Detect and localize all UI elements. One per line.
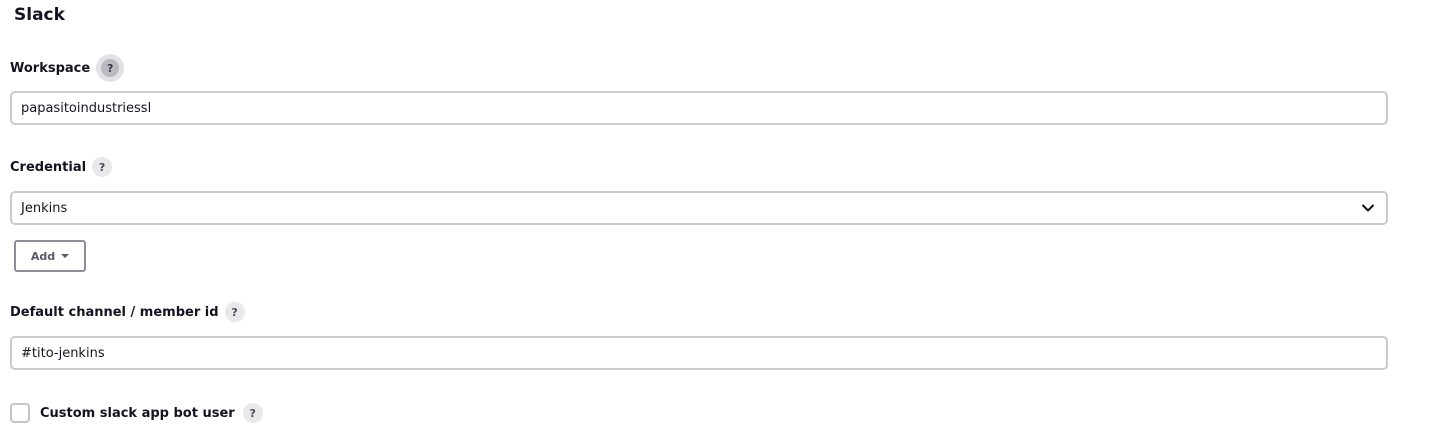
caret-down-icon	[61, 254, 70, 258]
default-channel-label: Default channel / member id	[10, 304, 219, 320]
custom-bot-help-icon[interactable]: ?	[242, 403, 263, 423]
workspace-help-icon[interactable]: ?	[96, 54, 125, 82]
default-channel-input[interactable]	[21, 345, 1377, 361]
default-channel-label-row: Default channel / member id ?	[10, 299, 245, 325]
workspace-input[interactable]	[21, 100, 1377, 116]
slack-config-section: Slack Workspace ? Credential ? Jenkins A…	[0, 0, 1434, 431]
custom-bot-checkbox[interactable]	[10, 403, 30, 423]
add-button-label: Add	[30, 249, 56, 263]
credential-label-row: Credential ?	[10, 154, 113, 180]
section-title: Slack	[14, 5, 65, 25]
add-credential-button[interactable]: Add	[14, 240, 86, 272]
workspace-label: Workspace	[10, 60, 91, 76]
credential-help-icon[interactable]: ?	[92, 157, 113, 177]
default-channel-field-wrapper	[10, 336, 1388, 370]
custom-bot-label[interactable]: Custom slack app bot user	[40, 406, 235, 421]
workspace-field-wrapper	[10, 91, 1388, 125]
credential-select[interactable]: Jenkins	[10, 191, 1388, 225]
credential-selected-value: Jenkins	[21, 200, 68, 216]
default-channel-help-icon[interactable]: ?	[224, 302, 245, 322]
chevron-down-icon	[1362, 204, 1374, 212]
custom-bot-row: Custom slack app bot user ?	[10, 401, 263, 425]
question-mark-icon: ?	[101, 59, 120, 77]
workspace-label-row: Workspace ?	[10, 54, 125, 82]
credential-label: Credential	[10, 159, 87, 175]
